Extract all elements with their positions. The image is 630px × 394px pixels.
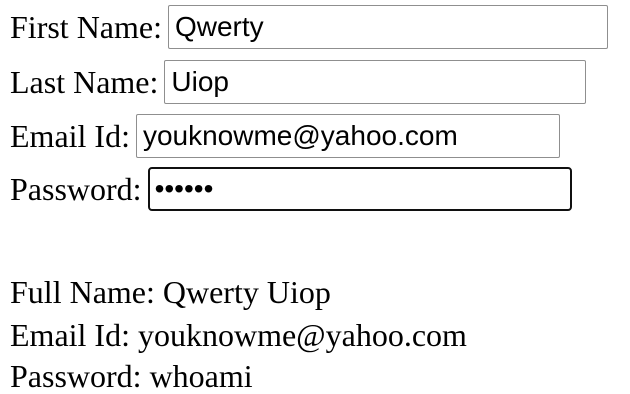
full-name-output: Full Name: Qwerty Uiop: [10, 270, 331, 314]
password-input[interactable]: [147, 167, 572, 211]
email-output-label: Email Id:: [10, 317, 130, 353]
password-output: Password: whoami: [10, 354, 253, 394]
password-label: Password:: [10, 171, 142, 207]
first-name-row: First Name:: [10, 5, 608, 49]
email-label: Email Id:: [10, 118, 130, 154]
email-output: Email Id: youknowme@yahoo.com: [10, 313, 467, 357]
full-name-output-value: Qwerty Uiop: [162, 274, 331, 310]
password-output-label: Password:: [10, 358, 142, 394]
password-row: Password:: [10, 167, 572, 211]
last-name-input[interactable]: [164, 60, 587, 104]
email-input[interactable]: [135, 114, 560, 158]
last-name-row: Last Name:: [10, 60, 587, 104]
email-row: Email Id:: [10, 114, 560, 158]
email-output-value: youknowme@yahoo.com: [137, 317, 467, 353]
first-name-input[interactable]: [167, 5, 608, 49]
password-output-value: whoami: [149, 358, 253, 394]
first-name-label: First Name:: [10, 9, 162, 45]
last-name-label: Last Name:: [10, 64, 159, 100]
full-name-output-label: Full Name:: [10, 274, 155, 310]
